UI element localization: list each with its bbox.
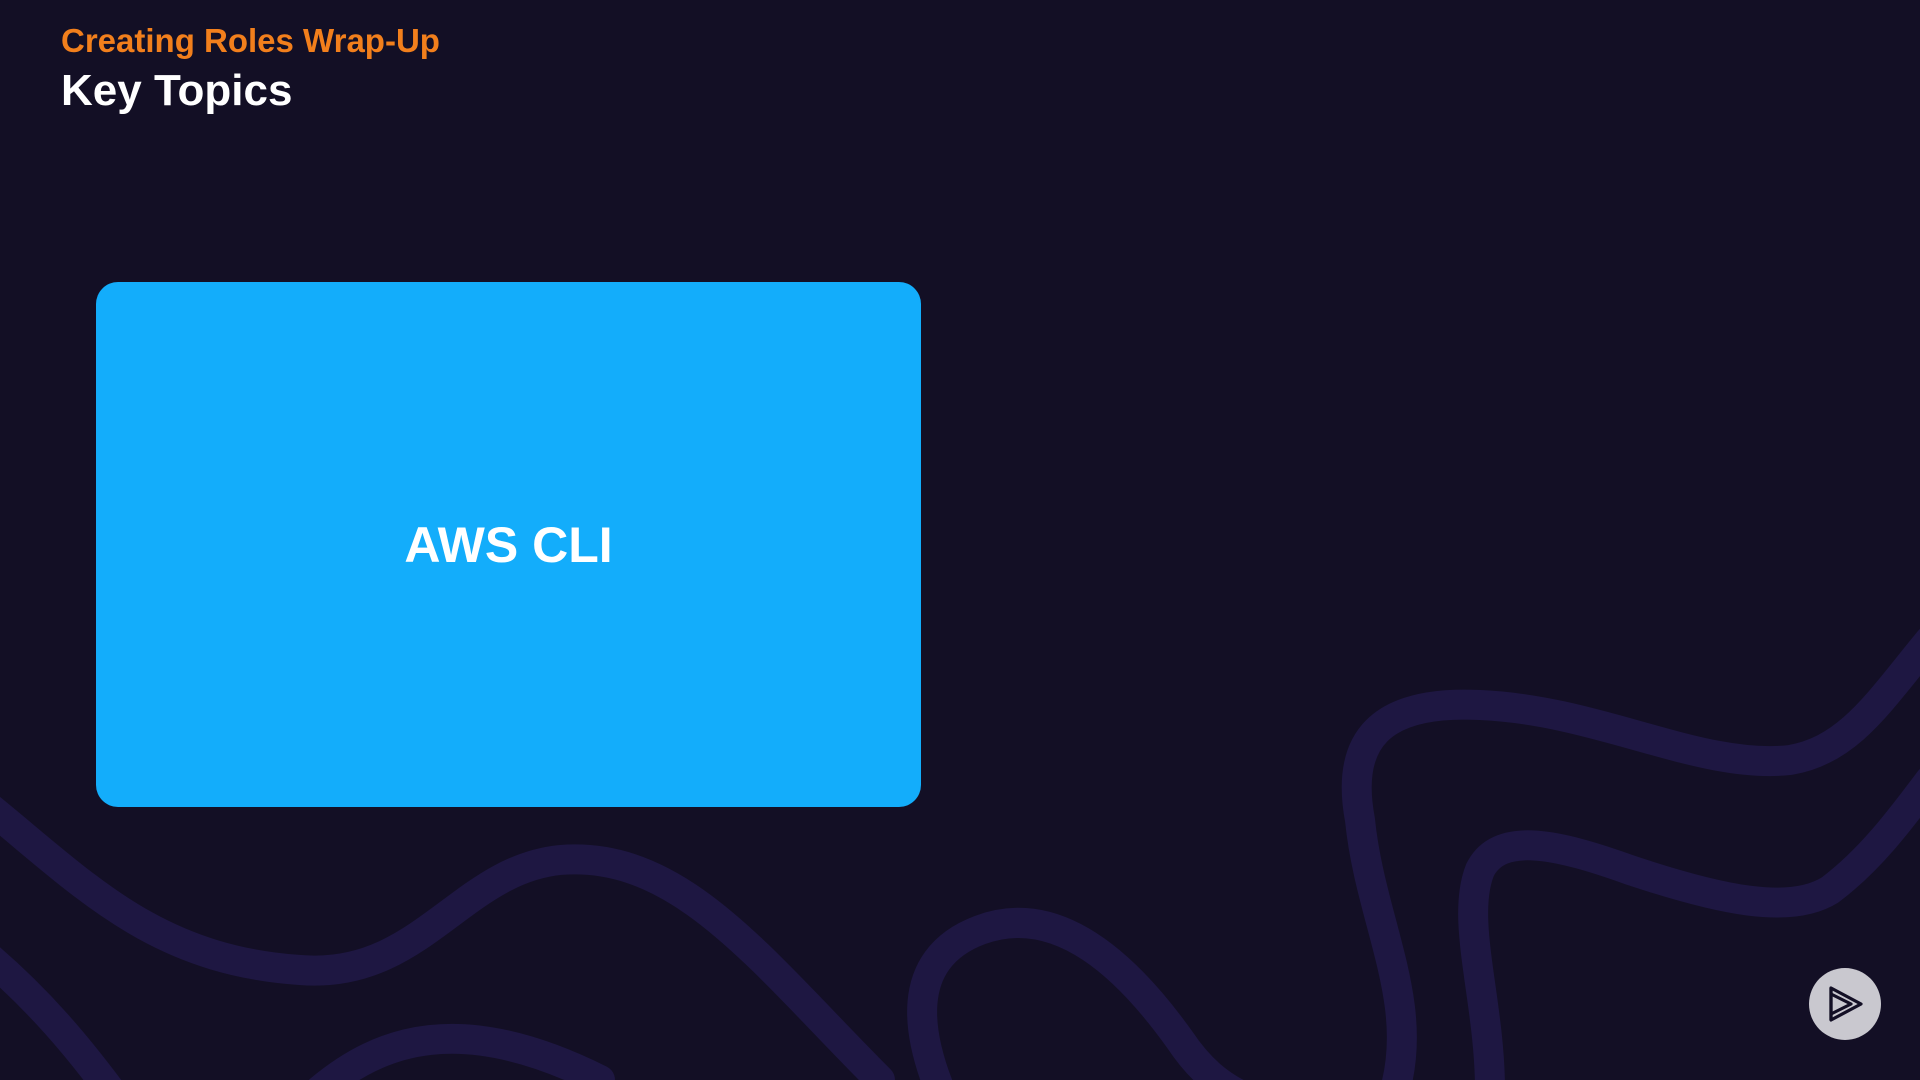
play-logo-icon [1809, 968, 1881, 1040]
play-triangle-icon [1829, 986, 1863, 1022]
slide: Creating Roles Wrap-Up Key Topics AWS CL… [0, 0, 1920, 1080]
page-title: Key Topics [61, 66, 293, 115]
topic-card-label: AWS CLI [404, 516, 613, 573]
topic-card: AWS CLI [96, 282, 921, 807]
section-subtitle: Creating Roles Wrap-Up [61, 22, 440, 59]
